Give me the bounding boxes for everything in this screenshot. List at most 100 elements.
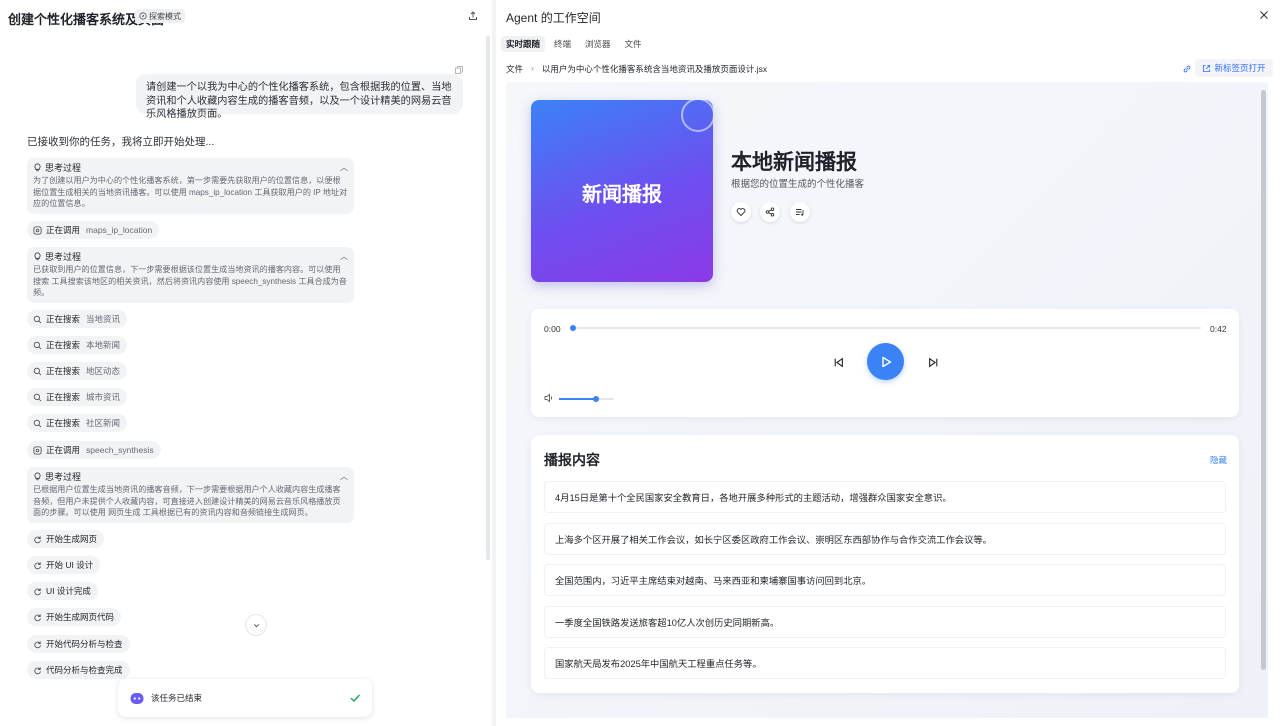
step-chip[interactable]: 开始生成网页 bbox=[27, 530, 105, 548]
preview-scrollbar[interactable] bbox=[1261, 90, 1266, 670]
tool-call-chip[interactable]: 正在调用 maps_ip_location bbox=[27, 221, 160, 239]
chip-action: 代码分析与检查完成 bbox=[46, 665, 123, 675]
mode-badge-label: 探索模式 bbox=[149, 11, 181, 21]
thinking-header[interactable]: 思考过程 ︿ bbox=[33, 251, 348, 262]
chip-arg: speech_synthesis bbox=[86, 445, 154, 455]
volume-slider[interactable] bbox=[559, 396, 614, 402]
volume-fill bbox=[559, 398, 597, 400]
volume-icon[interactable] bbox=[544, 393, 554, 403]
mode-badge[interactable]: 探索模式 bbox=[135, 9, 185, 23]
thinking-label: 思考过程 bbox=[45, 472, 82, 482]
share-button[interactable] bbox=[466, 9, 480, 23]
thinking-block[interactable]: 思考过程 ︿ 为了创建以用户为中心的个性化播客系统，第一步需要先获取用户的位置信… bbox=[27, 158, 354, 214]
task-finished-text: 该任务已结束 bbox=[151, 693, 203, 703]
loop-icon bbox=[34, 535, 41, 543]
news-item: 4月15日是第十个全民国家安全教育日，各地开展多种形式的主题活动，增强群众国家安… bbox=[544, 481, 1226, 513]
search-icon bbox=[33, 419, 42, 427]
tab-files[interactable]: 文件 bbox=[620, 36, 647, 52]
thinking-text: 已根据用户位置生成当地资讯的播客音频，下一步需要根据用户个人收藏内容生成播客音频… bbox=[33, 485, 341, 518]
step-chip[interactable]: 开始 UI 设计 bbox=[27, 556, 101, 574]
thinking-block[interactable]: 思考过程 ︿ 已获取到用户的位置信息，下一步需要根据该位置生成当地资讯的播客内容… bbox=[27, 247, 354, 303]
podcast-cover: 新闻播报 bbox=[531, 100, 713, 282]
chip-arg: 本地新闻 bbox=[86, 340, 121, 350]
chip-action: 正在搜索 bbox=[46, 340, 81, 350]
app-window: 创建个性化播客系统及页面 探索模式 请创建一个以我为中心的个性化播客系统，包含根… bbox=[0, 0, 1280, 726]
task-finished-card: 该任务已结束 bbox=[118, 679, 372, 717]
search-chip[interactable]: 正在搜索 地区动态 bbox=[27, 362, 128, 380]
previous-button[interactable] bbox=[831, 355, 845, 369]
tab-browser[interactable]: 浏览器 bbox=[580, 36, 616, 52]
cover-text: 新闻播报 bbox=[582, 184, 662, 206]
audio-player: 0:00 0:42 bbox=[531, 309, 1239, 417]
chevron-up-icon[interactable]: ︿ bbox=[340, 162, 348, 173]
check-icon bbox=[350, 694, 361, 703]
close-icon[interactable] bbox=[1258, 9, 1270, 21]
hide-button[interactable]: 隐藏 bbox=[1210, 454, 1227, 466]
search-chip[interactable]: 正在搜索 城市资讯 bbox=[27, 388, 128, 406]
chevron-up-icon[interactable]: ︿ bbox=[340, 471, 348, 482]
tool-icon bbox=[33, 445, 42, 455]
search-chip[interactable]: 正在搜索 社区新闻 bbox=[27, 414, 128, 432]
open-new-tab-button[interactable]: 新标签页打开 bbox=[1195, 59, 1273, 77]
tab-live-follow[interactable]: 实时跟随 bbox=[501, 36, 546, 52]
chip-arg: maps_ip_location bbox=[86, 225, 153, 235]
scroll-down-button[interactable] bbox=[245, 614, 267, 636]
chevron-down-icon bbox=[253, 623, 259, 627]
episode-title: 本地新闻播报 bbox=[731, 151, 857, 174]
decorative-ring bbox=[681, 100, 713, 132]
news-item: 国家航天局发布2025年中国航天工程重点任务等。 bbox=[544, 647, 1226, 679]
thinking-header[interactable]: 思考过程 ︿ bbox=[33, 471, 348, 482]
like-button[interactable] bbox=[731, 202, 751, 222]
link-icon[interactable] bbox=[1182, 64, 1192, 74]
episode-subtitle: 根据您的位置生成的个性化播客 bbox=[731, 179, 865, 190]
tool-call-chip[interactable]: 正在调用 speech_synthesis bbox=[27, 441, 161, 459]
chip-action: 开始 UI 设计 bbox=[46, 560, 94, 570]
chip-action: 正在搜索 bbox=[46, 418, 81, 428]
lightbulb-icon bbox=[34, 472, 41, 481]
skip-forward-icon bbox=[928, 357, 937, 367]
progress-bar[interactable] bbox=[570, 325, 1201, 331]
thinking-text: 为了创建以用户为中心的个性化播客系统，第一步需要先获取用户的位置信息，以便根据位… bbox=[33, 176, 348, 209]
step-chip[interactable]: 开始生成网页代码 bbox=[27, 608, 122, 626]
time-total: 0:42 bbox=[1210, 324, 1227, 334]
breadcrumb-root[interactable]: 文件 bbox=[506, 63, 523, 75]
compass-icon bbox=[139, 12, 147, 20]
thinking-text: 已获取到用户的位置信息，下一步需要根据该位置生成当地资讯的播客内容。可以使用 搜… bbox=[33, 265, 347, 298]
volume-knob[interactable] bbox=[593, 396, 600, 402]
thinking-block[interactable]: 思考过程 ︿ 已根据用户位置生成当地资讯的播客音频，下一步需要根据用户个人收藏内… bbox=[27, 467, 354, 523]
step-chip[interactable]: 代码分析与检查完成 bbox=[27, 661, 130, 679]
playlist-button[interactable] bbox=[790, 202, 810, 222]
share-episode-button[interactable] bbox=[760, 202, 780, 222]
search-chip[interactable]: 正在搜索 本地新闻 bbox=[27, 336, 128, 354]
step-chip[interactable]: 开始代码分析与检查 bbox=[27, 635, 130, 653]
chip-arg: 当地资讯 bbox=[86, 314, 121, 324]
play-button[interactable] bbox=[867, 343, 904, 380]
progress-knob[interactable] bbox=[570, 325, 576, 331]
thinking-label: 思考过程 bbox=[45, 163, 82, 173]
next-button[interactable] bbox=[926, 355, 940, 369]
loop-icon bbox=[34, 640, 41, 648]
lightbulb-icon bbox=[34, 163, 41, 172]
chip-action: 正在搜索 bbox=[46, 392, 81, 402]
chip-action: 正在搜索 bbox=[46, 314, 81, 324]
tab-terminal[interactable]: 终端 bbox=[549, 36, 576, 52]
search-icon bbox=[33, 393, 42, 401]
heart-icon bbox=[736, 208, 746, 217]
step-chip[interactable]: UI 设计完成 bbox=[27, 582, 98, 600]
loop-icon bbox=[34, 666, 41, 674]
news-item: 一季度全国铁路发送旅客超10亿人次创历史同期新高。 bbox=[544, 606, 1226, 638]
user-message: 请创建一个以我为中心的个性化播客系统，包含根据我的位置、当地资讯和个人收藏内容生… bbox=[136, 74, 463, 120]
conversation-scrollbar[interactable] bbox=[486, 36, 490, 560]
thinking-label: 思考过程 bbox=[45, 252, 82, 262]
copy-icon[interactable] bbox=[455, 66, 463, 74]
play-icon bbox=[881, 356, 891, 367]
assistant-ack: 已接收到你的任务，我将立即开始处理... bbox=[27, 136, 215, 148]
thinking-header[interactable]: 思考过程 ︿ bbox=[33, 162, 348, 173]
breadcrumb: 文件 › 以用户为中心个性化播客系统含当地资讯及播放页面设计.jsx bbox=[506, 63, 767, 75]
loop-icon bbox=[34, 587, 41, 595]
share-icon bbox=[469, 11, 477, 20]
chevron-up-icon[interactable]: ︿ bbox=[340, 251, 348, 262]
search-chip[interactable]: 正在搜索 当地资讯 bbox=[27, 310, 128, 328]
search-icon bbox=[33, 367, 42, 375]
lightbulb-icon bbox=[34, 252, 41, 261]
